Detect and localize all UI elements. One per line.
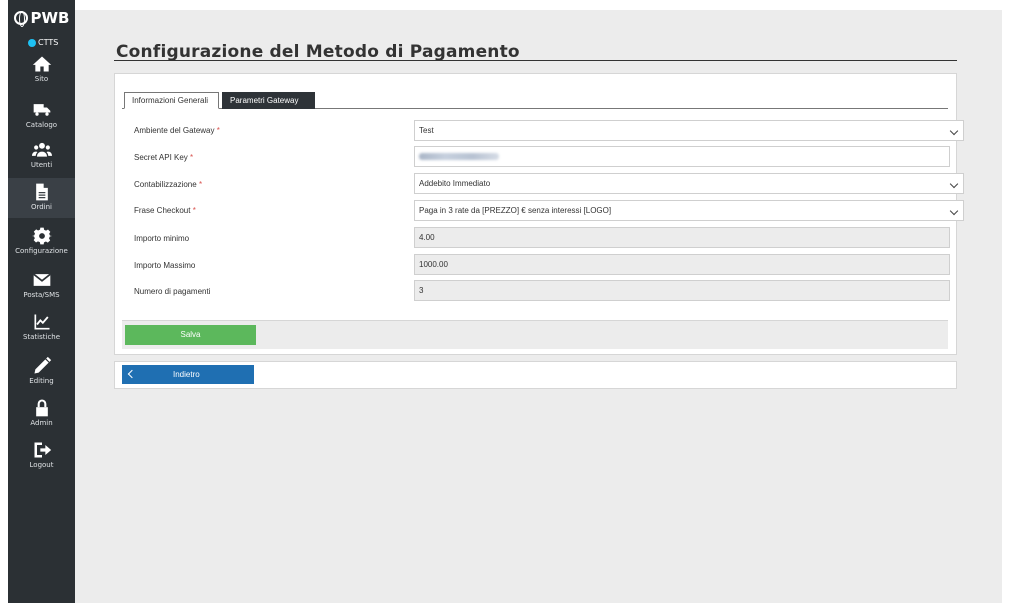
sidebar-item-label: Editing — [29, 377, 54, 385]
frase-checkout-value: Paga in 3 rate da [PREZZO] € senza inter… — [419, 206, 612, 215]
site-status-dot — [28, 38, 36, 47]
sidebar-item-label: Configurazione — [15, 247, 68, 255]
lock-icon — [35, 399, 48, 417]
chevron-left-icon — [127, 369, 137, 379]
ambiente-gateway-label: Ambiente del Gateway * — [134, 126, 220, 135]
envelope-icon — [32, 273, 51, 286]
required-marker: * — [216, 126, 220, 135]
logout-icon — [34, 442, 51, 458]
document-icon — [35, 183, 48, 201]
sidebar-item-label: Catalogo — [25, 121, 58, 129]
back-button-label: Indietro — [173, 370, 200, 379]
chevron-down-icon — [949, 206, 959, 216]
contabilizzazione-label-text: Contabilizzazione — [134, 180, 197, 189]
globe-icon — [13, 11, 28, 27]
importo-minimo-label-text: Importo minimo — [134, 234, 190, 243]
sidebar-item-logout[interactable]: Logout — [8, 436, 75, 476]
importo-minimo-value: 4.00 — [419, 233, 435, 242]
contabilizzazione-select[interactable]: Addebito Immediato — [414, 173, 964, 194]
sidebar-item-admin[interactable]: Admin — [8, 394, 75, 434]
frase-checkout-select[interactable]: Paga in 3 rate da [PREZZO] € senza inter… — [414, 200, 964, 221]
sidebar-item-sito[interactable]: Sito — [8, 50, 75, 90]
sidebar-item-configurazione[interactable]: Configurazione — [8, 222, 75, 262]
sidebar-item-posta-sms[interactable]: Posta/SMS — [8, 266, 75, 306]
importo-massimo-field: 1000.00 — [414, 254, 950, 275]
importo-minimo-label: Importo minimo — [134, 234, 189, 243]
ambiente-gateway-select[interactable]: Test — [414, 120, 964, 141]
title-divider — [114, 60, 957, 61]
importo-minimo-field: 4.00 — [414, 227, 950, 248]
contabilizzazione-value: Addebito Immediato — [419, 179, 491, 188]
numero-pagamenti-label-text: Numero di pagamenti — [134, 287, 211, 296]
contabilizzazione-label: Contabilizzazione * — [134, 180, 202, 189]
sidebar-item-utenti[interactable]: Utenti — [8, 136, 75, 176]
sidebar-item-statistiche[interactable]: Statistiche — [8, 308, 75, 348]
required-marker: * — [198, 180, 203, 189]
sidebar-item-label: Posta/SMS — [23, 291, 60, 299]
save-button[interactable]: Salva — [125, 325, 256, 345]
importo-massimo-label: Importo Massimo — [134, 261, 195, 270]
chevron-down-icon — [949, 126, 959, 136]
back-button[interactable]: Indietro — [122, 365, 254, 384]
importo-massimo-value: 1000.00 — [419, 260, 448, 269]
sidebar-item-editing[interactable]: Editing — [8, 352, 75, 392]
sidebar: PWB CTTS Sito Catalogo Utenti Ordini Con… — [8, 0, 75, 603]
sidebar-item-label: Utenti — [30, 161, 53, 169]
gear-icon — [31, 227, 52, 245]
importo-massimo-label-text: Importo Massimo — [134, 261, 196, 270]
ambiente-gateway-label-text: Ambiente del Gateway — [134, 126, 215, 135]
chart-icon — [34, 314, 49, 330]
sidebar-item-label: Sito — [34, 75, 49, 83]
frase-checkout-label-text: Frase Checkout — [134, 206, 191, 215]
sidebar-item-label: Admin — [30, 419, 53, 427]
tab-informazioni-generali[interactable]: Informazioni Generali — [124, 92, 219, 109]
chevron-down-icon — [949, 179, 959, 189]
masked-value — [419, 153, 499, 160]
truck-icon — [33, 104, 50, 116]
tab-parametri-gateway[interactable]: Parametri Gateway — [222, 92, 315, 109]
pencil-icon — [34, 356, 51, 374]
required-marker: * — [190, 153, 194, 162]
numero-pagamenti-label: Numero di pagamenti — [134, 287, 210, 296]
numero-pagamenti-field: 3 — [414, 280, 950, 301]
brand-logo-text: PWB — [30, 9, 70, 27]
site-code: CTTS — [38, 38, 59, 47]
brand-logo[interactable]: PWB — [8, 8, 75, 28]
secret-api-key-label: Secret API Key * — [134, 153, 193, 162]
sidebar-item-label: Ordini — [30, 203, 53, 211]
page-title: Configurazione del Metodo di Pagamento — [116, 42, 520, 62]
frase-checkout-label: Frase Checkout * — [134, 206, 196, 215]
app-root: PWB CTTS Sito Catalogo Utenti Ordini Con… — [0, 0, 1010, 603]
sidebar-item-catalogo[interactable]: Catalogo — [8, 96, 75, 136]
ambiente-gateway-value: Test — [419, 126, 434, 135]
sidebar-item-label: Statistiche — [22, 333, 61, 341]
home-icon — [32, 56, 51, 72]
site-badge[interactable]: CTTS — [28, 38, 58, 47]
numero-pagamenti-value: 3 — [419, 286, 424, 295]
required-marker: * — [192, 206, 196, 215]
users-icon — [31, 142, 52, 157]
secret-api-key-label-text: Secret API Key — [134, 153, 188, 162]
sidebar-item-label: Logout — [29, 461, 54, 469]
sidebar-item-ordini[interactable]: Ordini — [8, 178, 75, 218]
secret-api-key-input[interactable] — [414, 146, 950, 167]
